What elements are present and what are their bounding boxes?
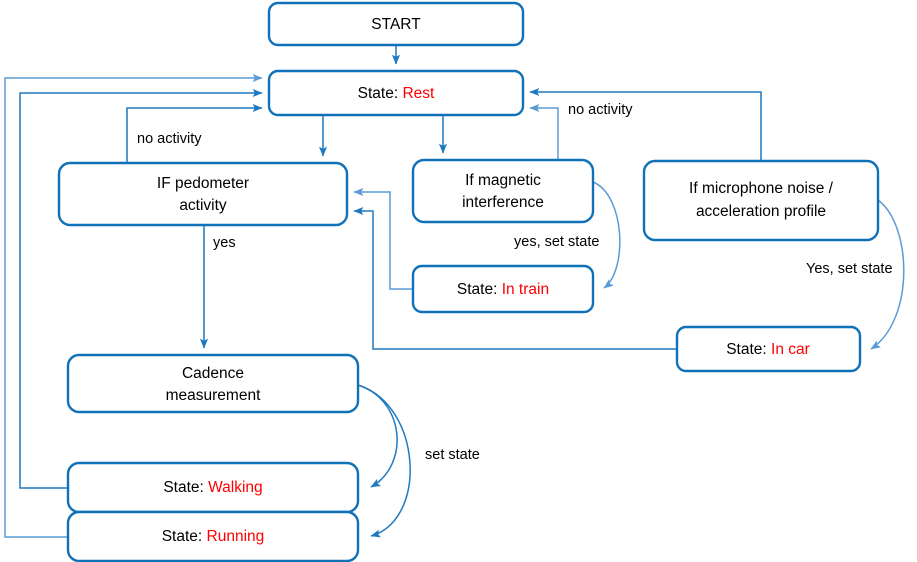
- edge-label-yes: yes: [213, 235, 236, 251]
- node-state-in-car[interactable]: State: In car: [675, 325, 862, 373]
- edge-magnetic-to-rest: [529, 103, 559, 160]
- node-if-pedometer-activity-line1: IF pedometer: [157, 175, 249, 192]
- state-prefix: State:: [358, 85, 403, 102]
- node-state-in-car-label: State: In car: [726, 341, 810, 358]
- flowchart-svg: START State: Rest IF pedometer activity …: [4, 1, 905, 562]
- node-if-microphone-noise-line1: If microphone noise /: [689, 180, 834, 197]
- edge-walking-to-rest: [19, 88, 263, 489]
- node-state-in-train[interactable]: State: In train: [411, 264, 595, 314]
- flowchart-canvas: START State: Rest IF pedometer activity …: [0, 0, 917, 562]
- edge-label-no-activity-right: no activity: [568, 102, 633, 118]
- state-prefix: State:: [162, 528, 207, 545]
- edge-cadence-to-running: [357, 384, 411, 538]
- state-prefix: State:: [163, 479, 208, 496]
- node-state-running[interactable]: State: Running: [66, 510, 360, 562]
- node-state-walking[interactable]: State: Walking: [66, 461, 360, 514]
- node-state-in-train-label: State: In train: [457, 281, 549, 298]
- node-if-magnetic-interference-line1: If magnetic: [465, 172, 541, 189]
- state-prefix: State:: [457, 281, 502, 298]
- node-start-label: START: [371, 16, 421, 33]
- node-start[interactable]: START: [267, 1, 525, 47]
- state-value-in-train: In train: [502, 281, 549, 298]
- node-cadence-measurement[interactable]: Cadence measurement: [66, 353, 360, 414]
- state-value-running: Running: [207, 528, 265, 545]
- edge-cadence-to-walking: [357, 384, 398, 488]
- state-prefix: State:: [726, 341, 771, 358]
- node-state-rest[interactable]: State: Rest: [267, 69, 525, 117]
- node-cadence-measurement-line2: measurement: [166, 387, 261, 404]
- node-if-magnetic-interference-box[interactable]: [411, 158, 595, 224]
- edge-label-no-activity-left: no activity: [137, 131, 202, 147]
- state-value-in-car: In car: [771, 341, 810, 358]
- node-state-rest-label: State: Rest: [358, 85, 435, 102]
- edge-label-yes-set-state: yes, set state: [514, 234, 599, 250]
- node-if-magnetic-interference[interactable]: If magnetic interference: [411, 158, 595, 224]
- state-value-rest: Rest: [402, 85, 435, 102]
- edge-in-train-to-pedometer: [353, 187, 413, 290]
- node-if-microphone-noise-box[interactable]: [642, 159, 880, 242]
- node-cadence-measurement-line1: Cadence: [182, 365, 244, 382]
- edge-label-Yes-set-state: Yes, set state: [806, 261, 893, 277]
- node-if-pedometer-activity-line2: activity: [179, 197, 227, 214]
- node-state-walking-label: State: Walking: [163, 479, 262, 496]
- state-value-walking: Walking: [208, 479, 263, 496]
- node-state-running-label: State: Running: [162, 528, 265, 545]
- edge-microphone-no-activity-to-rest: [529, 87, 762, 161]
- node-if-magnetic-interference-line2: interference: [462, 194, 544, 211]
- node-if-microphone-noise-line2: acceleration profile: [696, 203, 826, 220]
- edge-label-set-state: set state: [425, 447, 480, 463]
- node-if-microphone-noise[interactable]: If microphone noise / acceleration profi…: [642, 159, 880, 242]
- node-if-pedometer-activity[interactable]: IF pedometer activity: [57, 161, 349, 227]
- node-if-pedometer-activity-box[interactable]: [57, 161, 349, 227]
